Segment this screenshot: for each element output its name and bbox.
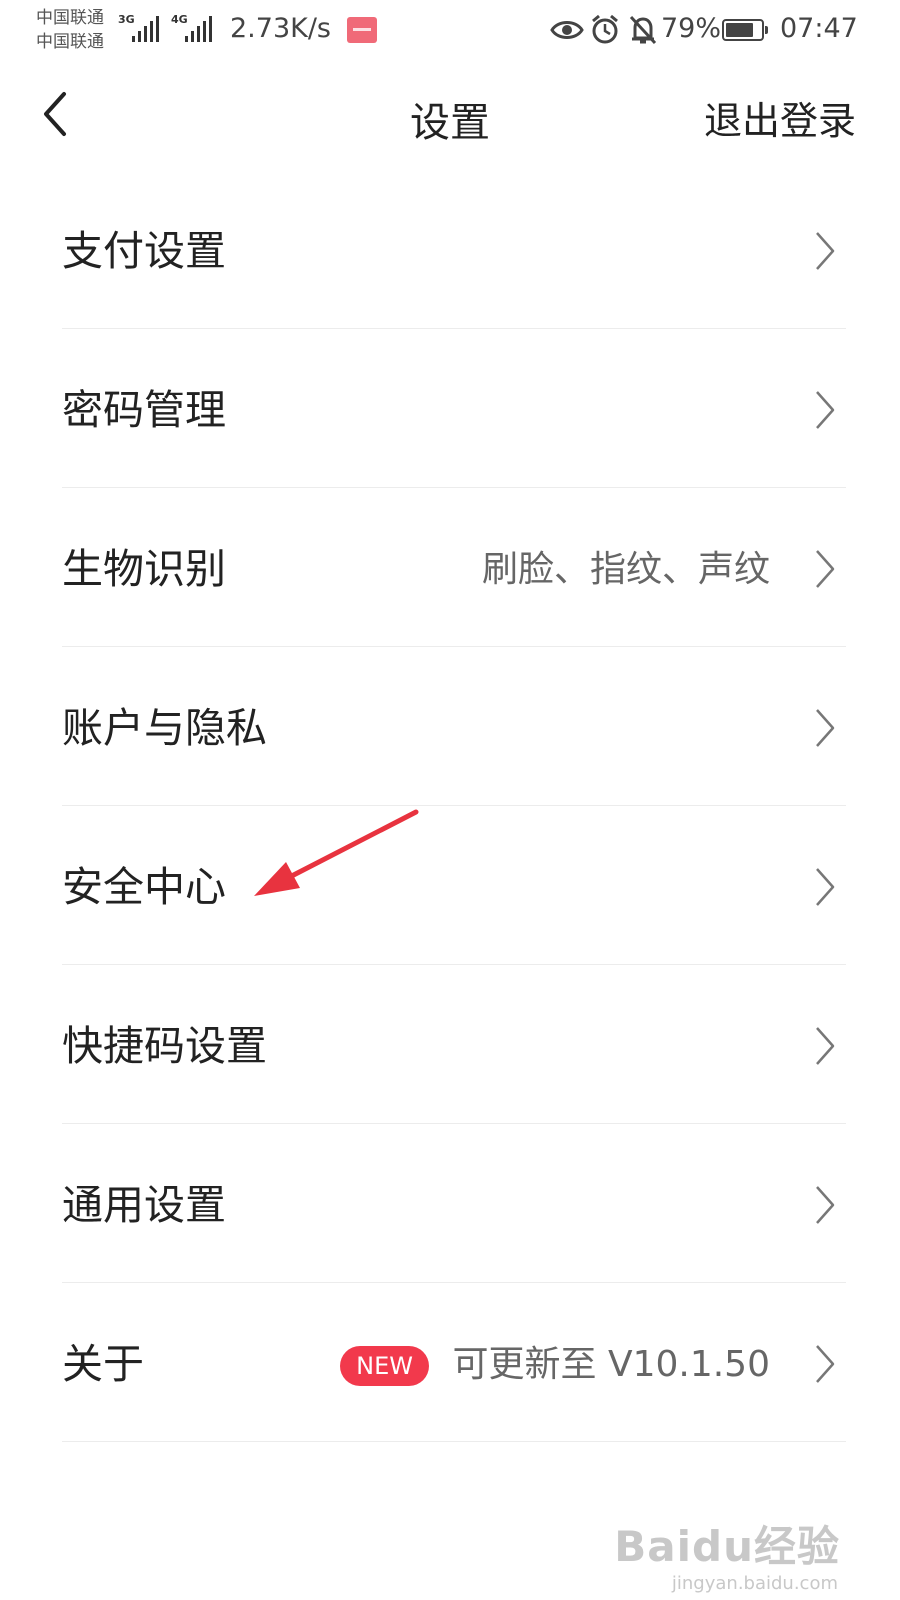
settings-item-account-privacy[interactable]: 账户与隐私: [62, 647, 846, 806]
settings-item-security-center[interactable]: 安全中心: [62, 806, 846, 965]
battery-percent: 79%: [661, 13, 722, 44]
chevron-right-icon: [816, 868, 835, 906]
clock: 07:47: [780, 13, 858, 44]
carrier-2: 中国联通: [36, 32, 104, 52]
settings-item-label: 账户与隐私: [62, 704, 267, 752]
settings-item-label: 通用设置: [62, 1181, 226, 1229]
chevron-right-icon: [816, 709, 835, 747]
watermark-url: jingyan.baidu.com: [671, 1573, 838, 1594]
eye-icon: [550, 21, 584, 39]
carrier-names: 中国联通 中国联通: [36, 6, 104, 54]
settings-item-quick-code[interactable]: 快捷码设置: [62, 965, 846, 1124]
signal-bars-icon: [185, 16, 212, 42]
watermark-logo: Baidu经验: [614, 1522, 840, 1571]
settings-item-label: 密码管理: [62, 386, 226, 434]
chevron-right-icon: [816, 1186, 835, 1224]
settings-item-payment[interactable]: 支付设置: [62, 170, 846, 329]
chevron-right-icon: [816, 232, 835, 270]
settings-item-general[interactable]: 通用设置: [62, 1124, 846, 1283]
network-speed: 2.73K/s: [230, 13, 331, 44]
settings-screen: 中国联通 中国联通 3G 4G 2.73K/s 79% 07:47 设置 退出登…: [0, 0, 900, 1600]
battery-level-fill: [726, 23, 753, 37]
settings-item-label: 安全中心: [62, 863, 226, 911]
carrier-1: 中国联通: [36, 8, 104, 28]
chevron-right-icon: [816, 391, 835, 429]
new-badge: NEW: [340, 1346, 429, 1386]
settings-item-label: 生物识别: [62, 545, 226, 593]
status-bar: 中国联通 中国联通 3G 4G 2.73K/s 79% 07:47: [0, 0, 900, 62]
signal-bars-icon: [132, 16, 159, 42]
settings-item-label: 关于: [62, 1340, 144, 1388]
notification-app-icon: [347, 17, 377, 43]
settings-item-value: 可更新至 V10.1.50: [452, 1344, 770, 1385]
settings-item-biometrics[interactable]: 生物识别 刷脸、指纹、声纹: [62, 488, 846, 647]
settings-item-label: 支付设置: [62, 227, 226, 275]
chevron-right-icon: [816, 1027, 835, 1065]
settings-list: 支付设置 密码管理 生物识别 刷脸、指纹、声纹 账户与隐私 安全中心 快捷码设置…: [0, 170, 900, 1442]
battery-icon: [722, 19, 768, 41]
top-nav-bar: 设置 退出登录: [0, 62, 900, 172]
chevron-right-icon: [816, 550, 835, 588]
settings-item-label: 快捷码设置: [62, 1022, 267, 1070]
settings-item-about[interactable]: 关于 NEW 可更新至 V10.1.50: [62, 1283, 846, 1442]
chevron-right-icon: [816, 1345, 835, 1383]
mute-bell-icon: [629, 15, 657, 45]
settings-item-value: 刷脸、指纹、声纹: [481, 549, 770, 590]
settings-item-password[interactable]: 密码管理: [62, 329, 846, 488]
alarm-icon: [592, 14, 618, 44]
logout-button[interactable]: 退出登录: [704, 90, 856, 145]
